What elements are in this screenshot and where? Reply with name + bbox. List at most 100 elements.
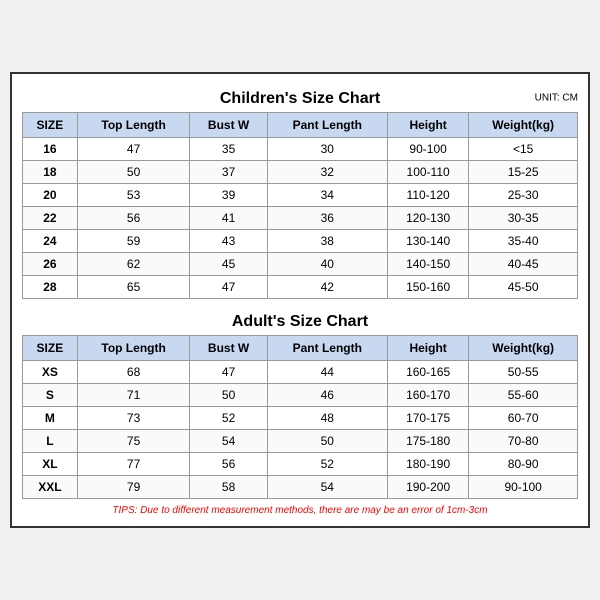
children-title-text: Children's Size Chart (220, 90, 380, 107)
cell-top-length: 59 (77, 230, 190, 253)
adult-col-header-weight: Weight(kg) (469, 336, 578, 361)
adult-table-row: L 75 54 50 175-180 70-80 (23, 430, 578, 453)
cell-bust-w: 41 (190, 207, 267, 230)
cell-bust-w: 35 (190, 138, 267, 161)
cell-top-length: 68 (77, 361, 190, 384)
cell-size: 16 (23, 138, 78, 161)
cell-pant-length: 40 (267, 253, 387, 276)
adult-table-row: XXL 79 58 54 190-200 90-100 (23, 476, 578, 499)
cell-height: 190-200 (387, 476, 468, 499)
cell-top-length: 62 (77, 253, 190, 276)
cell-bust-w: 43 (190, 230, 267, 253)
col-header-bust-w: Bust W (190, 113, 267, 138)
adult-table-row: XL 77 56 52 180-190 80-90 (23, 453, 578, 476)
cell-size: M (23, 407, 78, 430)
children-size-table: SIZE Top Length Bust W Pant Length Heigh… (22, 112, 578, 299)
cell-weight: 40-45 (469, 253, 578, 276)
col-header-height: Height (387, 113, 468, 138)
children-table-row: 18 50 37 32 100-110 15-25 (23, 161, 578, 184)
cell-size: 28 (23, 276, 78, 299)
cell-weight: <15 (469, 138, 578, 161)
cell-weight: 35-40 (469, 230, 578, 253)
cell-bust-w: 45 (190, 253, 267, 276)
unit-label: UNIT: CM (535, 93, 578, 104)
cell-pant-length: 38 (267, 230, 387, 253)
adult-table-row: S 71 50 46 160-170 55-60 (23, 384, 578, 407)
cell-bust-w: 58 (190, 476, 267, 499)
cell-height: 110-120 (387, 184, 468, 207)
cell-size: 20 (23, 184, 78, 207)
cell-weight: 15-25 (469, 161, 578, 184)
cell-size: 24 (23, 230, 78, 253)
cell-bust-w: 47 (190, 361, 267, 384)
cell-bust-w: 54 (190, 430, 267, 453)
children-header-row: SIZE Top Length Bust W Pant Length Heigh… (23, 113, 578, 138)
cell-height: 160-165 (387, 361, 468, 384)
cell-height: 90-100 (387, 138, 468, 161)
children-table-row: 20 53 39 34 110-120 25-30 (23, 184, 578, 207)
cell-top-length: 47 (77, 138, 190, 161)
tips-text: TIPS: Due to different measurement metho… (22, 505, 578, 516)
cell-pant-length: 34 (267, 184, 387, 207)
adult-col-header-bust-w: Bust W (190, 336, 267, 361)
cell-weight: 45-50 (469, 276, 578, 299)
adult-table-row: XS 68 47 44 160-165 50-55 (23, 361, 578, 384)
cell-weight: 80-90 (469, 453, 578, 476)
col-header-weight: Weight(kg) (469, 113, 578, 138)
cell-top-length: 56 (77, 207, 190, 230)
cell-size: 26 (23, 253, 78, 276)
adult-size-table: SIZE Top Length Bust W Pant Length Heigh… (22, 335, 578, 499)
cell-pant-length: 48 (267, 407, 387, 430)
chart-container: Children's Size Chart UNIT: CM SIZE Top … (10, 72, 590, 528)
cell-height: 120-130 (387, 207, 468, 230)
children-section-title: Children's Size Chart UNIT: CM (22, 84, 578, 112)
cell-bust-w: 37 (190, 161, 267, 184)
cell-size: 18 (23, 161, 78, 184)
adult-col-header-pant-length: Pant Length (267, 336, 387, 361)
children-table-row: 28 65 47 42 150-160 45-50 (23, 276, 578, 299)
adult-title-text: Adult's Size Chart (232, 313, 368, 330)
cell-top-length: 77 (77, 453, 190, 476)
cell-height: 170-175 (387, 407, 468, 430)
adult-table-row: M 73 52 48 170-175 60-70 (23, 407, 578, 430)
cell-size: XXL (23, 476, 78, 499)
cell-height: 180-190 (387, 453, 468, 476)
cell-height: 140-150 (387, 253, 468, 276)
col-header-size: SIZE (23, 113, 78, 138)
cell-bust-w: 39 (190, 184, 267, 207)
cell-size: S (23, 384, 78, 407)
cell-top-length: 79 (77, 476, 190, 499)
cell-height: 130-140 (387, 230, 468, 253)
cell-pant-length: 36 (267, 207, 387, 230)
cell-pant-length: 42 (267, 276, 387, 299)
cell-pant-length: 52 (267, 453, 387, 476)
cell-bust-w: 50 (190, 384, 267, 407)
cell-height: 150-160 (387, 276, 468, 299)
cell-weight: 25-30 (469, 184, 578, 207)
children-table-row: 16 47 35 30 90-100 <15 (23, 138, 578, 161)
cell-top-length: 71 (77, 384, 190, 407)
children-table-row: 22 56 41 36 120-130 30-35 (23, 207, 578, 230)
cell-size: 22 (23, 207, 78, 230)
cell-weight: 90-100 (469, 476, 578, 499)
cell-height: 160-170 (387, 384, 468, 407)
cell-bust-w: 52 (190, 407, 267, 430)
cell-bust-w: 47 (190, 276, 267, 299)
cell-pant-length: 54 (267, 476, 387, 499)
adult-col-header-size: SIZE (23, 336, 78, 361)
cell-bust-w: 56 (190, 453, 267, 476)
cell-weight: 70-80 (469, 430, 578, 453)
cell-size: XS (23, 361, 78, 384)
adult-col-header-top-length: Top Length (77, 336, 190, 361)
col-header-top-length: Top Length (77, 113, 190, 138)
cell-size: L (23, 430, 78, 453)
cell-weight: 30-35 (469, 207, 578, 230)
cell-height: 175-180 (387, 430, 468, 453)
cell-top-length: 65 (77, 276, 190, 299)
cell-size: XL (23, 453, 78, 476)
cell-pant-length: 50 (267, 430, 387, 453)
cell-pant-length: 44 (267, 361, 387, 384)
cell-weight: 60-70 (469, 407, 578, 430)
children-table-row: 26 62 45 40 140-150 40-45 (23, 253, 578, 276)
col-header-pant-length: Pant Length (267, 113, 387, 138)
